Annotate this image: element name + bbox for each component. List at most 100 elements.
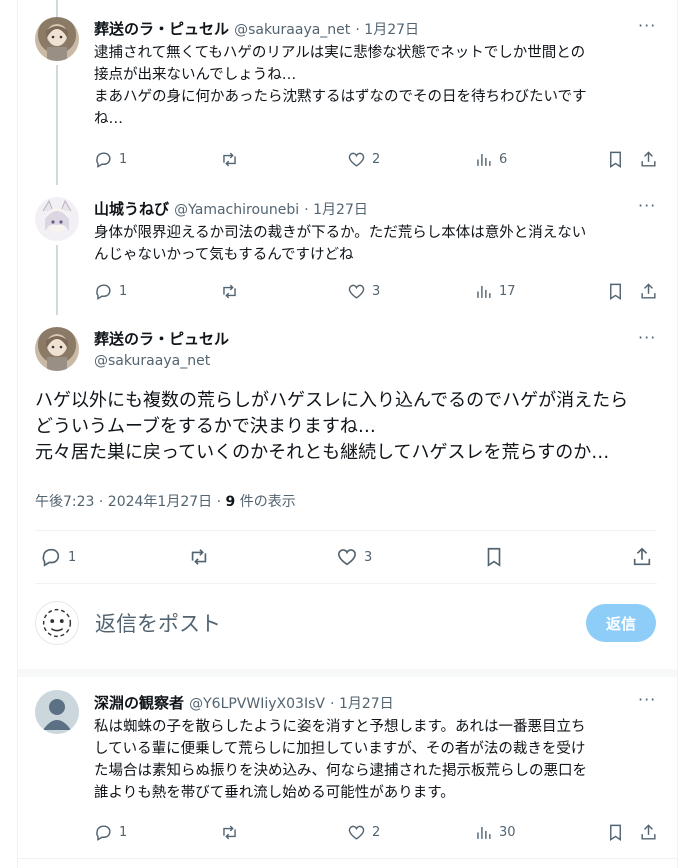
reply-button[interactable]: 1	[94, 150, 127, 169]
author-name[interactable]: 深淵の観察者	[94, 694, 184, 712]
like-button[interactable]: 2	[347, 823, 380, 842]
share-button[interactable]	[639, 282, 658, 301]
share-icon	[641, 824, 656, 840]
repost-icon	[223, 284, 236, 299]
repost-icon	[223, 152, 236, 167]
views-icon	[477, 826, 491, 839]
views-button[interactable]: 17	[474, 282, 516, 301]
thread-line	[56, 245, 58, 315]
views-count: 17	[499, 284, 516, 299]
like-count: 3	[364, 549, 373, 565]
main-post-author: 葬送のラ・ピュセル @sakuraaya_net	[94, 328, 229, 369]
share-button[interactable]	[639, 150, 658, 169]
author-handle[interactable]: @sakuraaya_net	[94, 353, 229, 369]
like-count: 2	[372, 152, 381, 167]
more-icon[interactable]: ···	[638, 328, 656, 347]
default-avatar-icon	[43, 699, 71, 730]
section-separator	[18, 669, 677, 677]
avatar[interactable]	[35, 690, 79, 734]
post-text: 逮捕されて無くてもハゲのリアルは実に悲惨な状態でネットでしか世間との 接点が出来…	[94, 45, 587, 127]
views-count: 30	[499, 825, 516, 840]
separator-dot: ·	[355, 22, 365, 38]
reply-submit-button[interactable]: 返信	[586, 604, 656, 642]
column-border-right	[677, 0, 678, 868]
post-text: 私は蜘蛛の子を散らしたように姿を消すと予想します。あれは一番悪目立ち している輩…	[94, 719, 587, 801]
thread-line	[56, 65, 58, 185]
post-actions: 1 3 17	[94, 282, 664, 302]
divider	[18, 858, 677, 859]
my-avatar[interactable]	[35, 601, 79, 645]
like-count: 2	[372, 825, 381, 840]
reply-button[interactable]: 1	[94, 282, 127, 301]
reply-input[interactable]: 返信をポスト	[95, 608, 221, 638]
post-header: 葬送のラ・ピュセル @sakuraaya_net · 1月27日	[94, 18, 419, 39]
post-actions: 1 2 30	[94, 823, 664, 843]
avatar-art	[46, 336, 68, 371]
repost-icon	[191, 549, 207, 565]
share-button[interactable]	[639, 823, 658, 842]
bookmark-icon	[610, 824, 621, 841]
like-icon	[348, 152, 365, 167]
post-text: 身体が限界迎えるか司法の裁きが下るか。ただ荒らし本体は意外と消えない んじゃない…	[94, 225, 587, 263]
repost-button[interactable]	[220, 150, 245, 169]
author-handle[interactable]: @sakuraaya_net	[234, 22, 350, 38]
post-date[interactable]: 1月27日	[364, 22, 419, 38]
post-actions: 1 2 6	[94, 150, 664, 170]
main-post-text: ハゲ以外にも複数の荒らしがハゲスレに入り込んでるのでハゲが消えたら どういうムー…	[35, 390, 629, 463]
views-icon	[477, 153, 491, 166]
divider	[35, 583, 657, 584]
bookmark-icon	[487, 547, 501, 567]
repost-button[interactable]	[220, 823, 245, 842]
post-timestamp[interactable]: 午後7:23 · 2024年1月27日 ·	[35, 494, 226, 510]
reply-button[interactable]: 1	[94, 823, 127, 842]
views-button[interactable]: 30	[474, 823, 516, 842]
avatar[interactable]	[35, 327, 79, 371]
views-count: 6	[499, 152, 508, 167]
avatar-art	[42, 608, 72, 638]
like-button[interactable]: 2	[347, 150, 380, 169]
avatar[interactable]	[35, 17, 79, 61]
share-button[interactable]	[631, 546, 653, 568]
views-count: 9	[225, 494, 236, 510]
share-icon	[633, 547, 651, 566]
share-icon	[641, 283, 656, 299]
share-icon	[641, 151, 656, 167]
author-handle[interactable]: @Y6LPVWIiyX03IsV	[189, 696, 325, 712]
bookmark-button[interactable]	[606, 282, 625, 301]
like-icon	[337, 549, 357, 566]
repost-button[interactable]	[188, 546, 216, 568]
like-button[interactable]: 3	[347, 282, 380, 301]
more-icon[interactable]: ···	[638, 196, 656, 215]
like-button[interactable]: 3	[336, 546, 372, 568]
more-icon[interactable]: ···	[638, 16, 656, 35]
author-handle[interactable]: @Yamachirounebi	[174, 202, 299, 218]
reply-count: 1	[119, 152, 128, 167]
separator-dot: ·	[330, 696, 339, 712]
column-border-left	[17, 0, 18, 868]
author-name[interactable]: 山城うねび	[94, 200, 169, 218]
more-icon[interactable]: ···	[638, 690, 656, 709]
bookmark-button[interactable]	[606, 150, 625, 169]
author-name[interactable]: 葬送のラ・ピュセル	[94, 328, 229, 349]
divider	[35, 530, 657, 531]
reply-button[interactable]: 1	[40, 546, 76, 568]
avatar[interactable]	[35, 197, 79, 241]
separator-dot: ·	[304, 202, 314, 218]
post-header: 深淵の観察者 @Y6LPVWIiyX03IsV · 1月27日	[94, 692, 394, 713]
avatar-art	[42, 199, 72, 232]
reply-count: 1	[68, 549, 77, 565]
views-icon	[477, 285, 491, 298]
avatar-art	[46, 26, 68, 61]
repost-button[interactable]	[220, 282, 245, 301]
reply-icon	[42, 548, 60, 567]
main-post-meta: 午後7:23 · 2024年1月27日 · 9 件の表示	[35, 491, 296, 511]
views-button[interactable]: 6	[474, 150, 507, 169]
views-label: 件の表示	[235, 494, 296, 510]
author-name[interactable]: 葬送のラ・ピュセル	[94, 20, 229, 38]
post-date[interactable]: 1月27日	[313, 202, 368, 218]
like-count: 3	[372, 284, 381, 299]
bookmark-button[interactable]	[606, 823, 625, 842]
post-date[interactable]: 1月27日	[339, 696, 394, 712]
bookmark-button[interactable]	[483, 546, 505, 568]
like-icon	[348, 284, 365, 299]
